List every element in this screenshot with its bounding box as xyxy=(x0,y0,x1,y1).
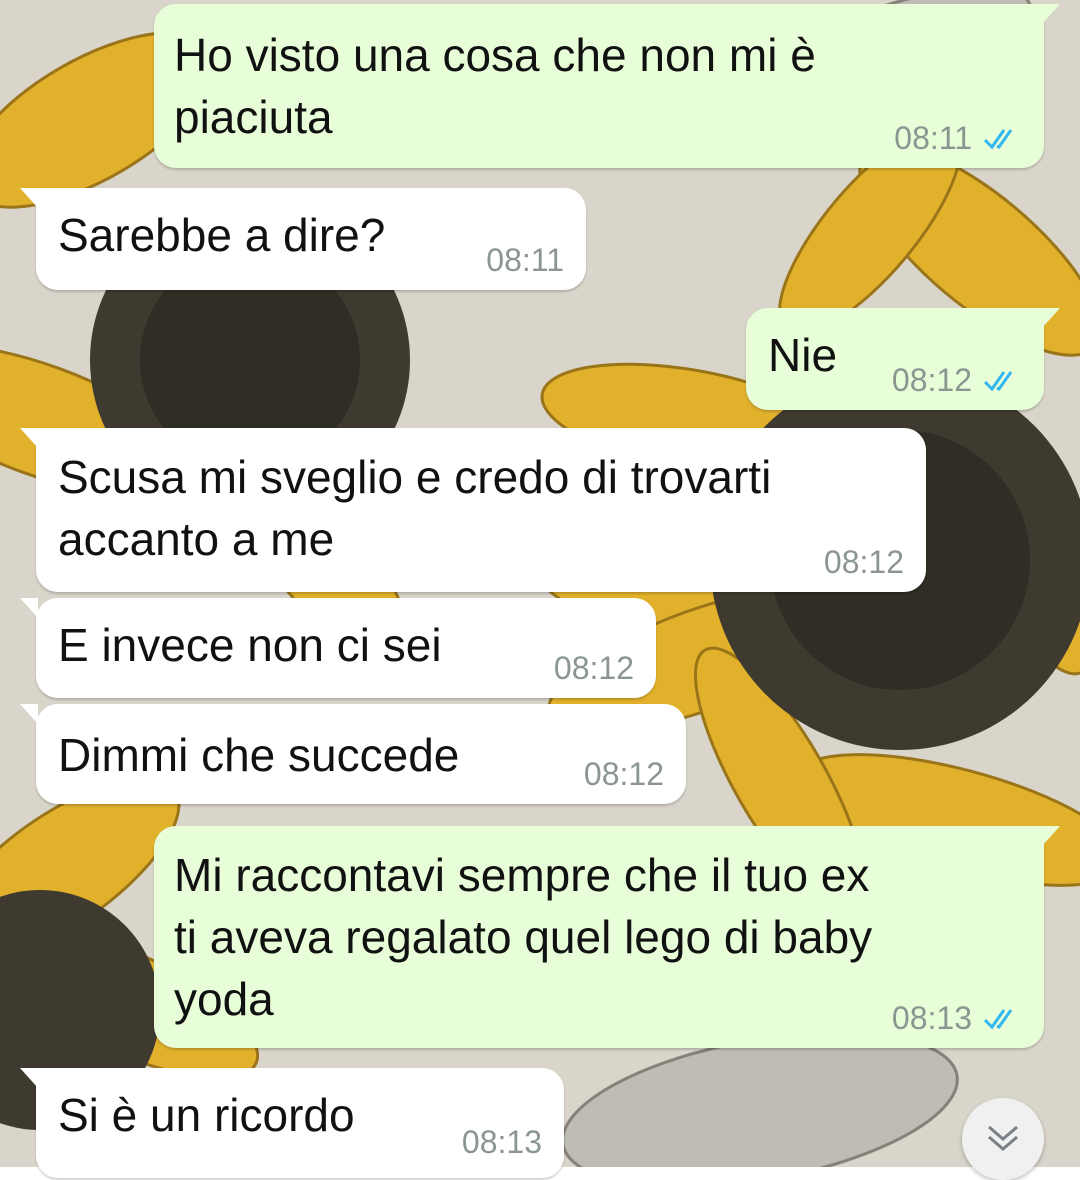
message-bubble-incoming[interactable]: Sarebbe a dire? 08:11 xyxy=(20,188,586,290)
message-text: E invece non ci sei xyxy=(58,619,442,671)
message-meta: 08:11 xyxy=(486,242,564,278)
message-text: Nie xyxy=(768,329,838,381)
message-text: Ho visto una cosa che non mi è piaciuta xyxy=(174,29,816,143)
message-bubble-incoming[interactable]: Si è un ricordo 08:13 xyxy=(20,1068,564,1178)
message-time: 08:12 xyxy=(891,362,972,398)
message-bubble-outgoing[interactable]: Nie 08:12 xyxy=(746,308,1060,410)
message-time: 08:13 xyxy=(461,1124,542,1160)
message-text: Si è un ricordo xyxy=(58,1089,355,1141)
message-text: Mi raccontavi sempre che il tuo ex ti av… xyxy=(174,849,873,1025)
message-time: 08:11 xyxy=(894,120,972,156)
message-time: 08:11 xyxy=(486,242,564,278)
message-time: 08:12 xyxy=(823,544,904,580)
message-bubble-incoming[interactable]: Scusa mi sveglio e credo di trovarti acc… xyxy=(20,428,926,592)
message-meta: 08:12 xyxy=(892,362,1022,398)
message-meta: 08:12 xyxy=(824,544,904,580)
message-time: 08:12 xyxy=(553,650,634,686)
message-time: 08:13 xyxy=(891,1000,972,1036)
message-bubble-outgoing[interactable]: Ho visto una cosa che non mi è piaciuta … xyxy=(154,4,1060,168)
message-meta: 08:11 xyxy=(894,120,1022,156)
message-bubble-incoming[interactable]: E invece non ci sei 08:12 xyxy=(20,598,656,698)
double-check-read-icon xyxy=(983,129,1013,150)
message-text: Sarebbe a dire? xyxy=(58,209,386,261)
chat-area[interactable]: Ho visto una cosa che non mi è piaciuta … xyxy=(0,0,1080,1180)
message-text: Dimmi che succede xyxy=(58,729,460,781)
message-bubble-incoming[interactable]: Dimmi che succede 08:12 xyxy=(20,704,686,804)
double-check-read-icon xyxy=(983,1009,1013,1030)
double-chevron-down-icon xyxy=(988,1125,1018,1151)
message-meta: 08:13 xyxy=(892,1000,1022,1036)
message-text: Scusa mi sveglio e credo di trovarti acc… xyxy=(58,451,772,565)
scroll-to-bottom-button[interactable] xyxy=(962,1098,1044,1180)
message-meta: 08:12 xyxy=(554,650,634,686)
message-time: 08:12 xyxy=(583,756,664,792)
message-meta: 08:12 xyxy=(584,756,664,792)
double-check-read-icon xyxy=(983,371,1013,392)
message-meta: 08:13 xyxy=(462,1124,542,1160)
message-bubble-outgoing[interactable]: Mi raccontavi sempre che il tuo ex ti av… xyxy=(154,826,1060,1048)
